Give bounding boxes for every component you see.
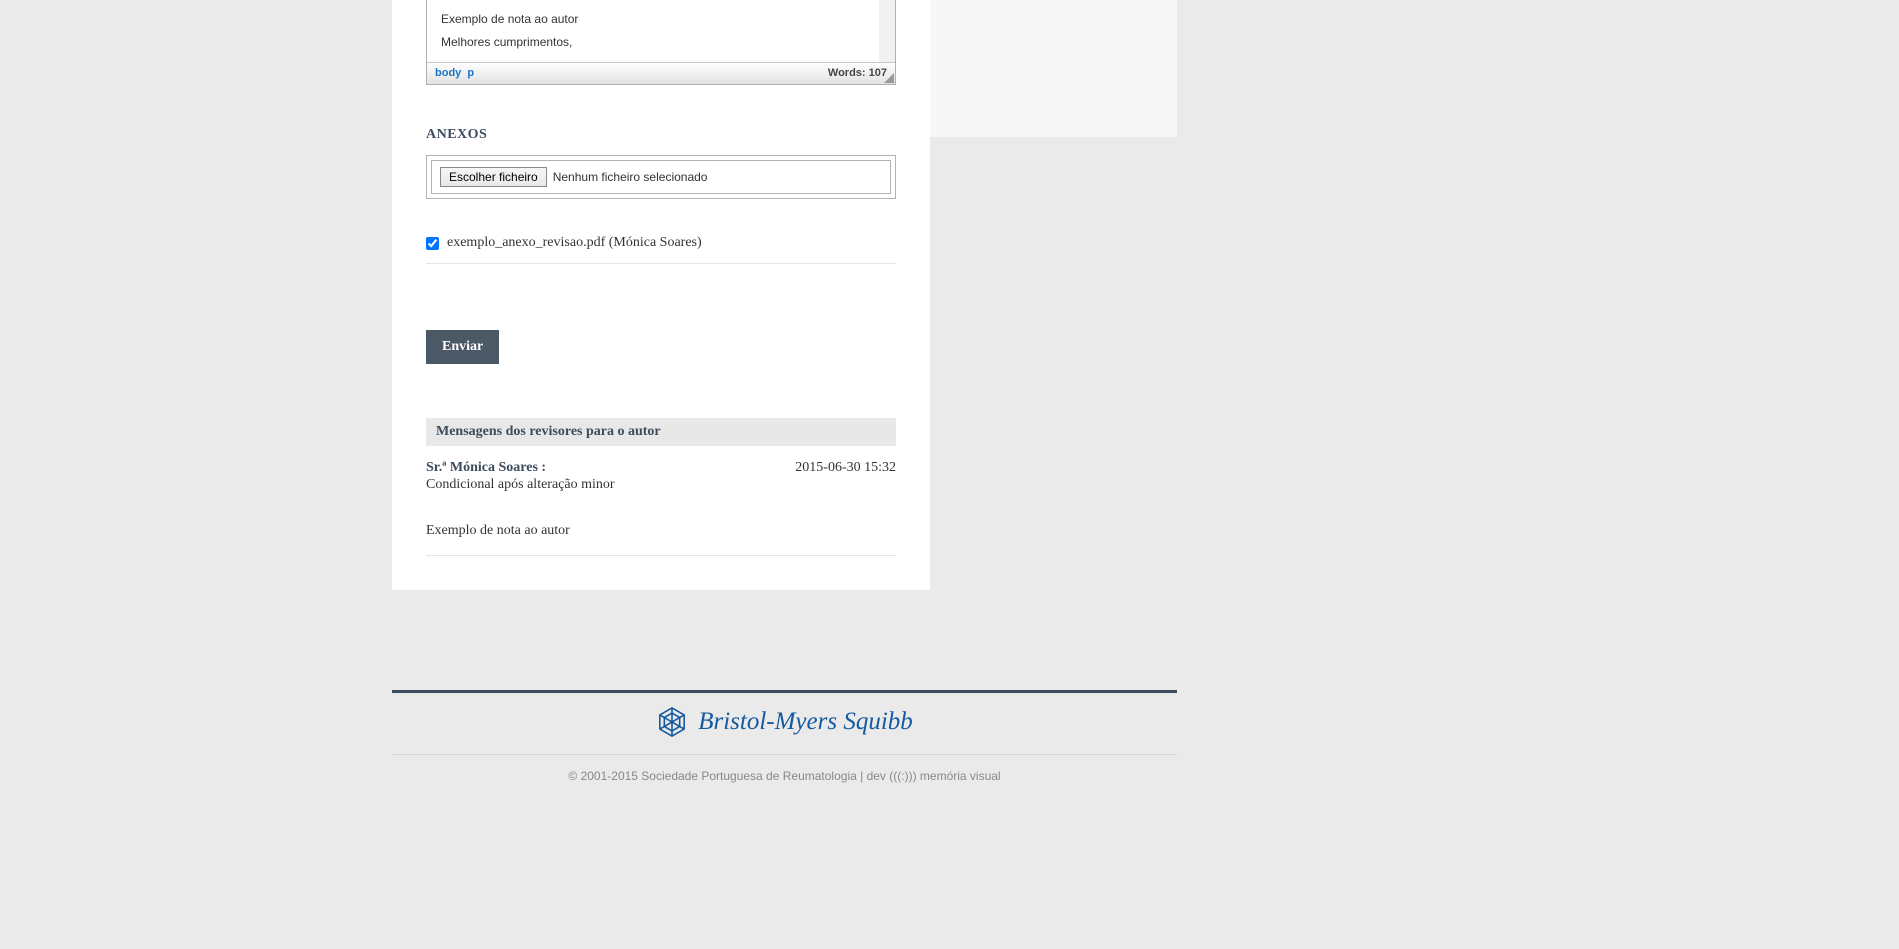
editor-text-line: Melhores cumprimentos,	[441, 31, 881, 54]
editor-scrollbar[interactable]	[879, 0, 895, 62]
sponsor-logo: Bristol-Myers Squibb	[656, 706, 913, 738]
message-subtitle: Condicional após alteração minor	[426, 477, 615, 493]
editor-statusbar: body p Words: 107	[427, 62, 895, 84]
footer-copyright: © 2001-2015 Sociedade Portuguesa de Reum…	[392, 755, 1177, 797]
editor-word-count: Words: 107	[828, 67, 887, 79]
footer: Bristol-Myers Squibb © 2001-2015 Socieda…	[392, 690, 1177, 797]
message-body: Exemplo de nota ao autor	[426, 523, 896, 539]
sponsor-name: Bristol-Myers Squibb	[698, 708, 913, 736]
editor-body[interactable]: Exemplo de nota ao autor Melhores cumpri…	[427, 0, 895, 62]
editor-path-body[interactable]: body	[435, 67, 461, 79]
file-upload-inner: Escolher ficheiro Nenhum ficheiro seleci…	[431, 160, 891, 194]
attachment-checkbox[interactable]	[426, 237, 439, 250]
editor-element-path: body p	[435, 67, 474, 79]
submit-button[interactable]: Enviar	[426, 330, 499, 364]
message-header: Sr.ª Mónica Soares : Condicional após al…	[426, 460, 896, 493]
message-date: 2015-06-30 15:32	[795, 460, 896, 476]
attachments-heading: ANEXOS	[426, 127, 896, 143]
attachment-filename: exemplo_anexo_revisao.pdf (Mónica Soares…	[447, 235, 702, 251]
editor-text-line: Exemplo de nota ao autor	[441, 8, 881, 31]
attachment-row: exemplo_anexo_revisao.pdf (Mónica Soares…	[426, 235, 896, 264]
main-content: Exemplo de nota ao autor Melhores cumpri…	[392, 0, 930, 590]
resize-handle-icon[interactable]	[884, 73, 894, 83]
sponsor-icon	[656, 706, 688, 738]
choose-file-button[interactable]: Escolher ficheiro	[440, 167, 547, 187]
rich-text-editor: Exemplo de nota ao autor Melhores cumpri…	[426, 0, 896, 85]
messages-heading: Mensagens dos revisores para o autor	[426, 418, 896, 446]
editor-path-p[interactable]: p	[467, 67, 474, 79]
message-author: Sr.ª Mónica Soares :	[426, 460, 615, 476]
file-upload-box: Escolher ficheiro Nenhum ficheiro seleci…	[426, 155, 896, 199]
file-upload-status: Nenhum ficheiro selecionado	[553, 170, 708, 184]
sidebar	[930, 0, 1177, 137]
sponsor-bar: Bristol-Myers Squibb	[392, 693, 1177, 755]
message-item: Sr.ª Mónica Soares : Condicional após al…	[426, 446, 896, 556]
